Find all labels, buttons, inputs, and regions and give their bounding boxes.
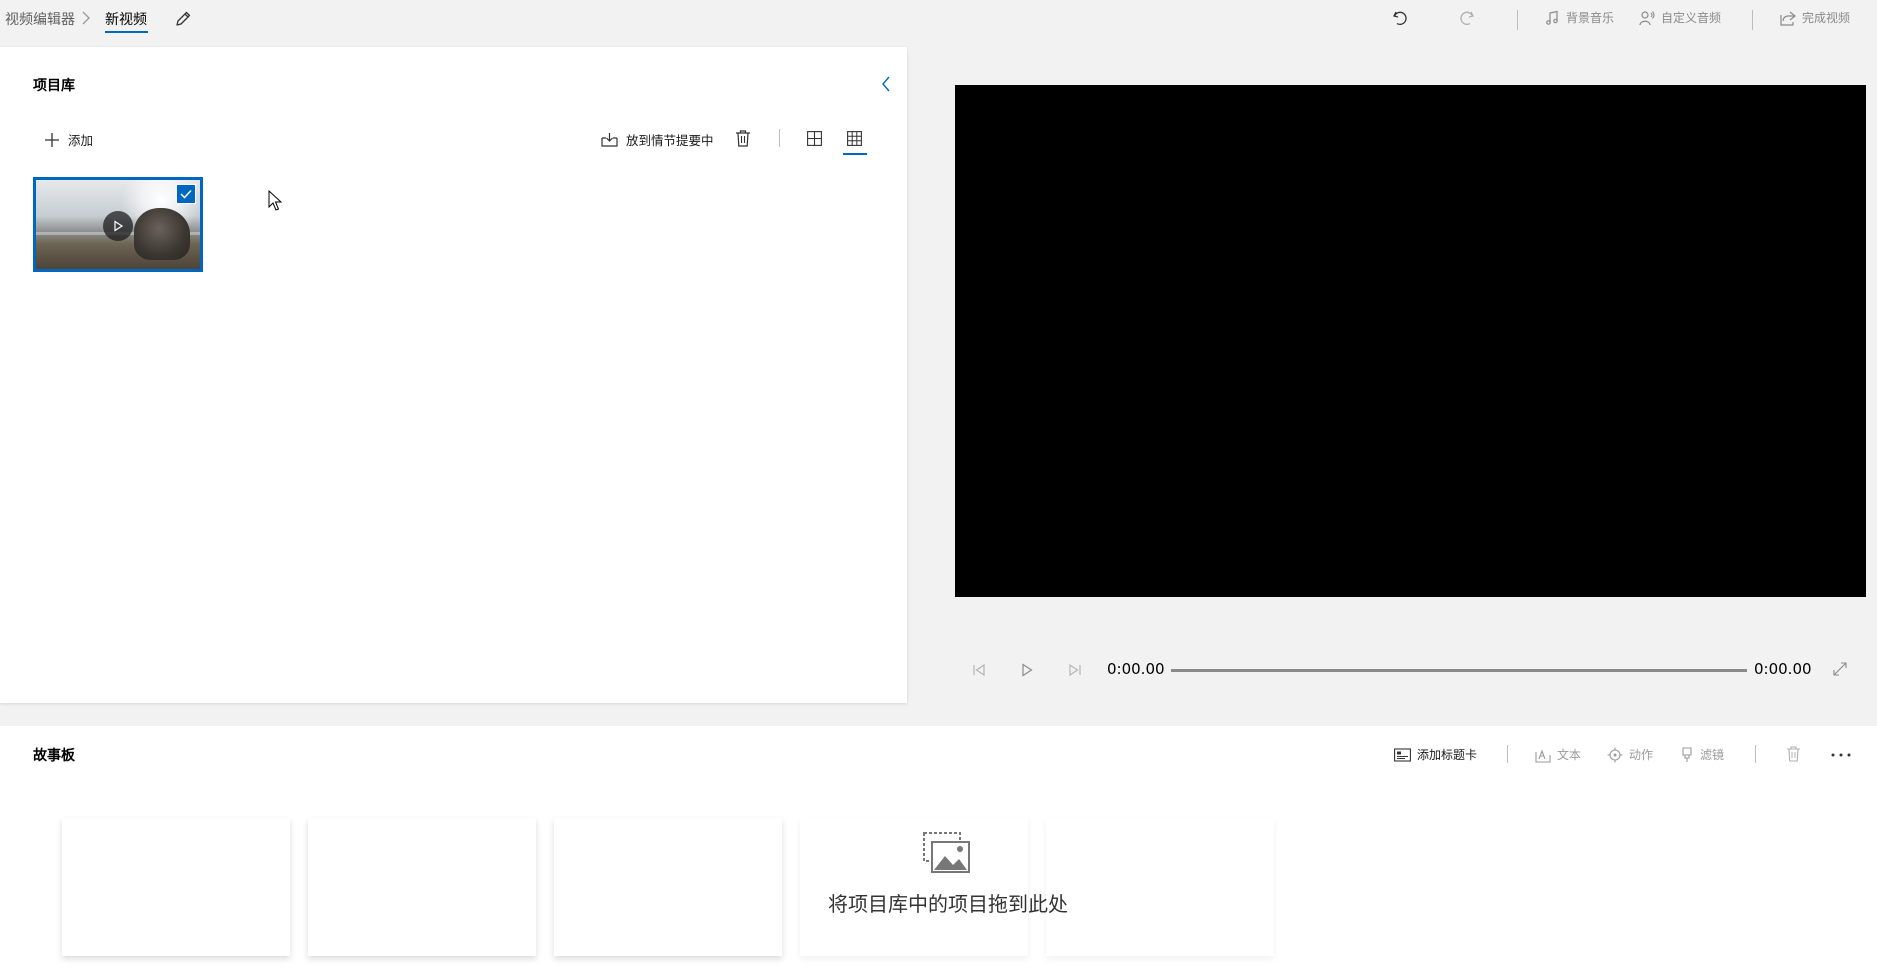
storyboard-slot[interactable] bbox=[554, 818, 782, 956]
breadcrumb-current-underline bbox=[105, 31, 148, 33]
project-library-panel bbox=[0, 47, 907, 703]
chevron-left-icon[interactable] bbox=[880, 75, 892, 93]
current-time: 0:00.00 bbox=[1107, 660, 1165, 678]
share-icon bbox=[1780, 10, 1796, 26]
video-preview[interactable] bbox=[955, 85, 1866, 597]
storyboard-import-icon bbox=[601, 132, 618, 148]
trash-icon[interactable] bbox=[1786, 746, 1801, 762]
motion-icon bbox=[1607, 747, 1623, 763]
step-forward-icon[interactable] bbox=[1066, 661, 1084, 679]
bg-music-button[interactable]: 背景音乐 bbox=[1544, 9, 1614, 26]
add-button[interactable]: 添加 bbox=[44, 130, 93, 149]
storyboard-slot[interactable] bbox=[1046, 818, 1274, 956]
toolbar-separator bbox=[1752, 10, 1753, 30]
toolbar-separator bbox=[1517, 10, 1518, 30]
breadcrumb-current: 新视频 bbox=[105, 12, 147, 28]
title-card-icon bbox=[1394, 747, 1411, 762]
storyboard-title: 故事板 bbox=[33, 748, 75, 764]
motion-label: 动作 bbox=[1629, 748, 1654, 762]
text-icon bbox=[1535, 747, 1551, 763]
toolbar-separator bbox=[779, 129, 780, 147]
storyboard-slot[interactable] bbox=[800, 818, 1028, 956]
toolbar-separator bbox=[1507, 745, 1508, 763]
storyboard-slot[interactable] bbox=[62, 818, 290, 956]
filters-label: 滤镜 bbox=[1700, 748, 1725, 762]
motion-button[interactable]: 动作 bbox=[1607, 746, 1653, 763]
storyboard-slot[interactable] bbox=[308, 818, 536, 956]
undo-icon[interactable] bbox=[1391, 9, 1409, 27]
custom-audio-label: 自定义音频 bbox=[1661, 11, 1722, 25]
more-icon[interactable] bbox=[1830, 752, 1852, 758]
place-in-storyboard-button[interactable]: 放到情节提要中 bbox=[601, 130, 714, 149]
play-icon[interactable] bbox=[103, 211, 133, 241]
toolbar-separator bbox=[1755, 745, 1756, 763]
add-title-card-button[interactable]: 添加标题卡 bbox=[1394, 746, 1477, 763]
breadcrumb-root[interactable]: 视频编辑器 bbox=[5, 9, 75, 29]
person-voice-icon bbox=[1639, 10, 1655, 26]
seek-bar[interactable] bbox=[1171, 669, 1747, 672]
finish-video-label: 完成视频 bbox=[1802, 11, 1851, 25]
total-time: 0:00.00 bbox=[1754, 660, 1812, 678]
play-icon[interactable] bbox=[1018, 661, 1036, 679]
bg-music-label: 背景音乐 bbox=[1566, 11, 1615, 25]
images-icon bbox=[923, 832, 971, 874]
check-icon[interactable] bbox=[176, 184, 196, 204]
redo-icon[interactable] bbox=[1458, 9, 1476, 27]
step-back-icon[interactable] bbox=[970, 661, 988, 679]
custom-audio-button[interactable]: 自定义音频 bbox=[1639, 9, 1721, 26]
chevron-right-icon bbox=[80, 11, 92, 25]
filter-icon bbox=[1680, 746, 1694, 763]
mouse-cursor-icon bbox=[268, 190, 282, 212]
view-selected-underline bbox=[843, 153, 867, 155]
place-in-storyboard-label: 放到情节提要中 bbox=[626, 133, 714, 148]
grid-small-icon[interactable] bbox=[847, 131, 862, 146]
add-title-card-label: 添加标题卡 bbox=[1417, 748, 1478, 762]
add-label: 添加 bbox=[68, 133, 94, 148]
library-title: 项目库 bbox=[33, 78, 75, 94]
music-note-icon bbox=[1544, 10, 1560, 26]
grid-large-icon[interactable] bbox=[807, 131, 822, 146]
storyboard-drop-hint: 将项目库中的项目拖到此处 bbox=[828, 892, 1068, 916]
finish-video-button[interactable]: 完成视频 bbox=[1780, 9, 1850, 26]
text-label: 文本 bbox=[1557, 748, 1582, 762]
pencil-icon[interactable] bbox=[174, 10, 192, 28]
filters-button[interactable]: 滤镜 bbox=[1680, 746, 1724, 763]
library-item-video[interactable] bbox=[33, 177, 203, 272]
thumbnail-subject bbox=[134, 208, 190, 260]
plus-icon bbox=[44, 132, 60, 148]
trash-icon[interactable] bbox=[735, 130, 751, 147]
text-button[interactable]: 文本 bbox=[1535, 746, 1581, 763]
fullscreen-icon[interactable] bbox=[1833, 662, 1847, 676]
